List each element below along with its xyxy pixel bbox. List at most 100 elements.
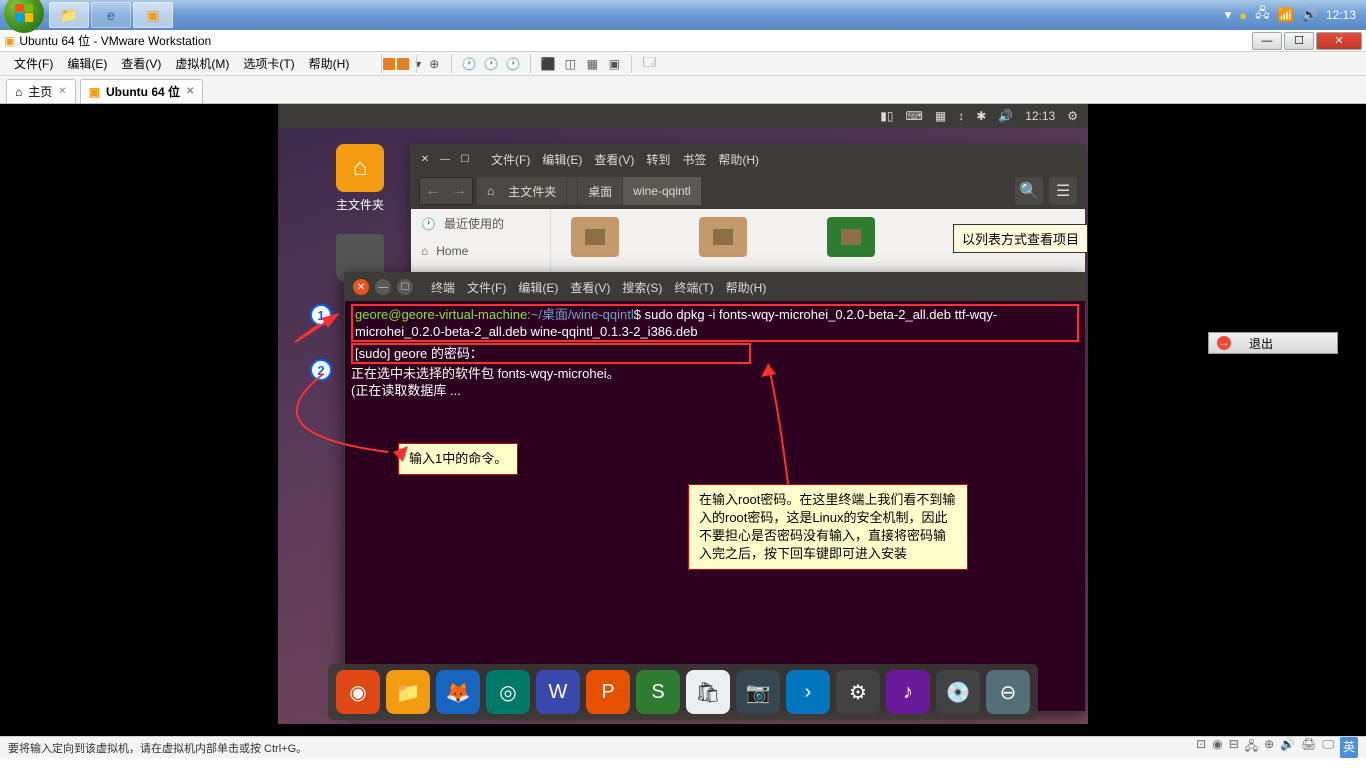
minimize-icon[interactable]: — <box>375 279 391 295</box>
nautilus-menu-bookmarks[interactable]: 书签 <box>682 151 706 168</box>
volume-icon[interactable]: 🔊 <box>998 109 1013 123</box>
maximize-icon[interactable]: ☐ <box>459 153 471 165</box>
menu-help[interactable]: 帮助(H) <box>303 53 356 74</box>
maximize-icon[interactable]: ☐ <box>397 279 413 295</box>
nautilus-menu-go[interactable]: 转到 <box>646 151 670 168</box>
dock-wps-s[interactable]: S <box>636 670 680 714</box>
tray-clock[interactable]: 12:13 <box>1326 8 1356 22</box>
sidebar-home[interactable]: ⌂Home <box>411 238 550 264</box>
close-icon[interactable]: ✕ <box>353 279 369 295</box>
view-fullscreen-icon[interactable]: ▣ <box>605 55 623 73</box>
terminal-menu-term[interactable]: 终端(T) <box>674 279 713 296</box>
desktop-home-folder[interactable]: ⌂ 主文件夹 <box>328 144 392 213</box>
terminal-body[interactable]: geore@geore-virtual-machine:~/桌面/wine-qq… <box>345 301 1085 401</box>
menu-vm[interactable]: 虚拟机(M) <box>169 53 235 74</box>
dock-wps-p[interactable]: P <box>586 670 630 714</box>
close-tab-icon[interactable]: ✕ <box>186 86 194 97</box>
maximize-button[interactable]: ☐ <box>1284 32 1314 50</box>
file-item[interactable] <box>699 217 747 257</box>
status-net-icon[interactable]: 🖧 <box>1245 737 1258 758</box>
file-item[interactable] <box>827 217 875 257</box>
dock-software[interactable]: 🛍 <box>686 670 730 714</box>
tray-volume-icon[interactable]: 🔊 <box>1302 7 1318 23</box>
dock-wps-w[interactable]: W <box>536 670 580 714</box>
status-sound-icon[interactable]: 🔊 <box>1280 737 1295 758</box>
tray-chevron-icon[interactable]: ▾ <box>1225 7 1232 23</box>
terminal-menu-help[interactable]: 帮助(H) <box>726 279 767 296</box>
tray-wifi-icon[interactable]: 📶 <box>1278 7 1294 23</box>
view-unity-icon[interactable]: ◫ <box>561 55 579 73</box>
dock-files[interactable]: 📁 <box>386 670 430 714</box>
calendar-icon[interactable]: ▦ <box>935 109 946 123</box>
dock-disc[interactable]: 💿 <box>936 670 980 714</box>
terminal-menu-search[interactable]: 搜索(S) <box>622 279 662 296</box>
close-icon[interactable]: ✕ <box>419 153 431 165</box>
status-cd-icon[interactable]: ◉ <box>1212 737 1222 758</box>
ubuntu-desktop[interactable]: ▮▯ ⌨ ▦ ↕ ✱ 🔊 12:13 ⚙ ⌂ 主文件夹 ✕ — ☐ <box>278 104 1088 724</box>
menu-view[interactable]: 查看(V) <box>115 53 167 74</box>
network-icon[interactable]: ↕ <box>958 109 964 123</box>
dock-firefox[interactable]: 🦊 <box>436 670 480 714</box>
bluetooth-icon[interactable]: ✱ <box>976 109 986 123</box>
dock-music[interactable]: ♪ <box>886 670 930 714</box>
keyboard-icon[interactable]: ⌨ <box>906 109 923 123</box>
crumb-home[interactable]: ⌂主文件夹 <box>477 177 578 205</box>
nautilus-menu-file[interactable]: 文件(F) <box>491 151 530 168</box>
tab-ubuntu[interactable]: ▣ Ubuntu 64 位 ✕ <box>80 79 204 103</box>
menu-file[interactable]: 文件(F) <box>8 53 59 74</box>
view-console-icon[interactable]: ▦ <box>583 55 601 73</box>
nautilus-menu-view[interactable]: 查看(V) <box>594 151 634 168</box>
sidebar-recent[interactable]: 🕐最近使用的 <box>411 209 550 238</box>
close-tab-icon[interactable]: ✕ <box>58 86 66 97</box>
dock-dash[interactable]: ◉ <box>336 670 380 714</box>
start-button[interactable] <box>4 0 44 33</box>
ime-badge[interactable]: 英 <box>1340 737 1358 758</box>
crumb-desktop[interactable]: 桌面 <box>578 177 623 205</box>
status-floppy-icon[interactable]: ⊟ <box>1229 737 1239 758</box>
send-ctrl-alt-del-icon[interactable]: ⊕ <box>425 55 443 73</box>
dock-camera[interactable]: 📷 <box>736 670 780 714</box>
battery-icon[interactable]: ▮▯ <box>880 109 893 123</box>
taskbar-item-ie[interactable]: e <box>91 2 131 28</box>
gear-icon[interactable]: ⚙ <box>1067 109 1078 123</box>
menu-edit[interactable]: 编辑(E) <box>61 53 113 74</box>
search-button[interactable]: 🔍 <box>1015 177 1043 205</box>
minimize-icon[interactable]: — <box>439 153 451 165</box>
snapshot-icon[interactable]: 🕐 <box>460 55 478 73</box>
pause-button[interactable]: ▾ <box>390 55 408 73</box>
exit-button[interactable]: → 退出 <box>1208 332 1338 354</box>
dock-next[interactable]: › <box>786 670 830 714</box>
forward-button[interactable]: → <box>446 178 472 204</box>
back-button[interactable]: ← <box>420 178 446 204</box>
tray-status-icon[interactable]: ● <box>1239 8 1247 23</box>
view-split-icon[interactable]: ⬛ <box>539 55 557 73</box>
dock-settings[interactable]: ⚙ <box>836 670 880 714</box>
status-printer-icon[interactable]: 🖨 <box>1301 737 1316 758</box>
status-display-icon[interactable]: 🖵 <box>1322 737 1334 758</box>
terminal-menu-terminal[interactable]: 终端 <box>431 279 455 296</box>
terminal-menu-edit[interactable]: 编辑(E) <box>518 279 558 296</box>
taskbar-item-vmware[interactable]: ▣ <box>133 2 173 28</box>
list-view-button[interactable]: ☰ <box>1049 177 1077 205</box>
dock-drive[interactable]: ⊖ <box>986 670 1030 714</box>
status-usb-icon[interactable]: ⊕ <box>1264 737 1274 758</box>
terminal-titlebar: ✕ — ☐ 终端 文件(F) 编辑(E) 查看(V) 搜索(S) 终端(T) 帮… <box>345 273 1085 301</box>
nautilus-menu-help[interactable]: 帮助(H) <box>718 151 759 168</box>
library-icon[interactable]: 🗔 <box>640 55 658 73</box>
tab-home[interactable]: ⌂ 主页 ✕ <box>6 79 76 103</box>
terminal-menu-file[interactable]: 文件(F) <box>467 279 506 296</box>
tray-network-icon[interactable]: 🖧 <box>1255 4 1270 26</box>
minimize-button[interactable]: — <box>1252 32 1282 50</box>
taskbar-item-folder[interactable]: 📁 <box>49 2 89 28</box>
dock-chromium[interactable]: ◎ <box>486 670 530 714</box>
close-button[interactable]: ✕ <box>1316 32 1362 50</box>
crumb-folder[interactable]: wine-qqintl <box>623 177 701 205</box>
panel-clock[interactable]: 12:13 <box>1025 109 1055 123</box>
file-item[interactable] <box>571 217 619 257</box>
revert-icon[interactable]: 🕐 <box>482 55 500 73</box>
menu-tabs[interactable]: 选项卡(T) <box>237 53 300 74</box>
status-hdd-icon[interactable]: ⊡ <box>1196 737 1206 758</box>
manage-icon[interactable]: 🕐 <box>504 55 522 73</box>
nautilus-menu-edit[interactable]: 编辑(E) <box>542 151 582 168</box>
terminal-menu-view[interactable]: 查看(V) <box>570 279 610 296</box>
